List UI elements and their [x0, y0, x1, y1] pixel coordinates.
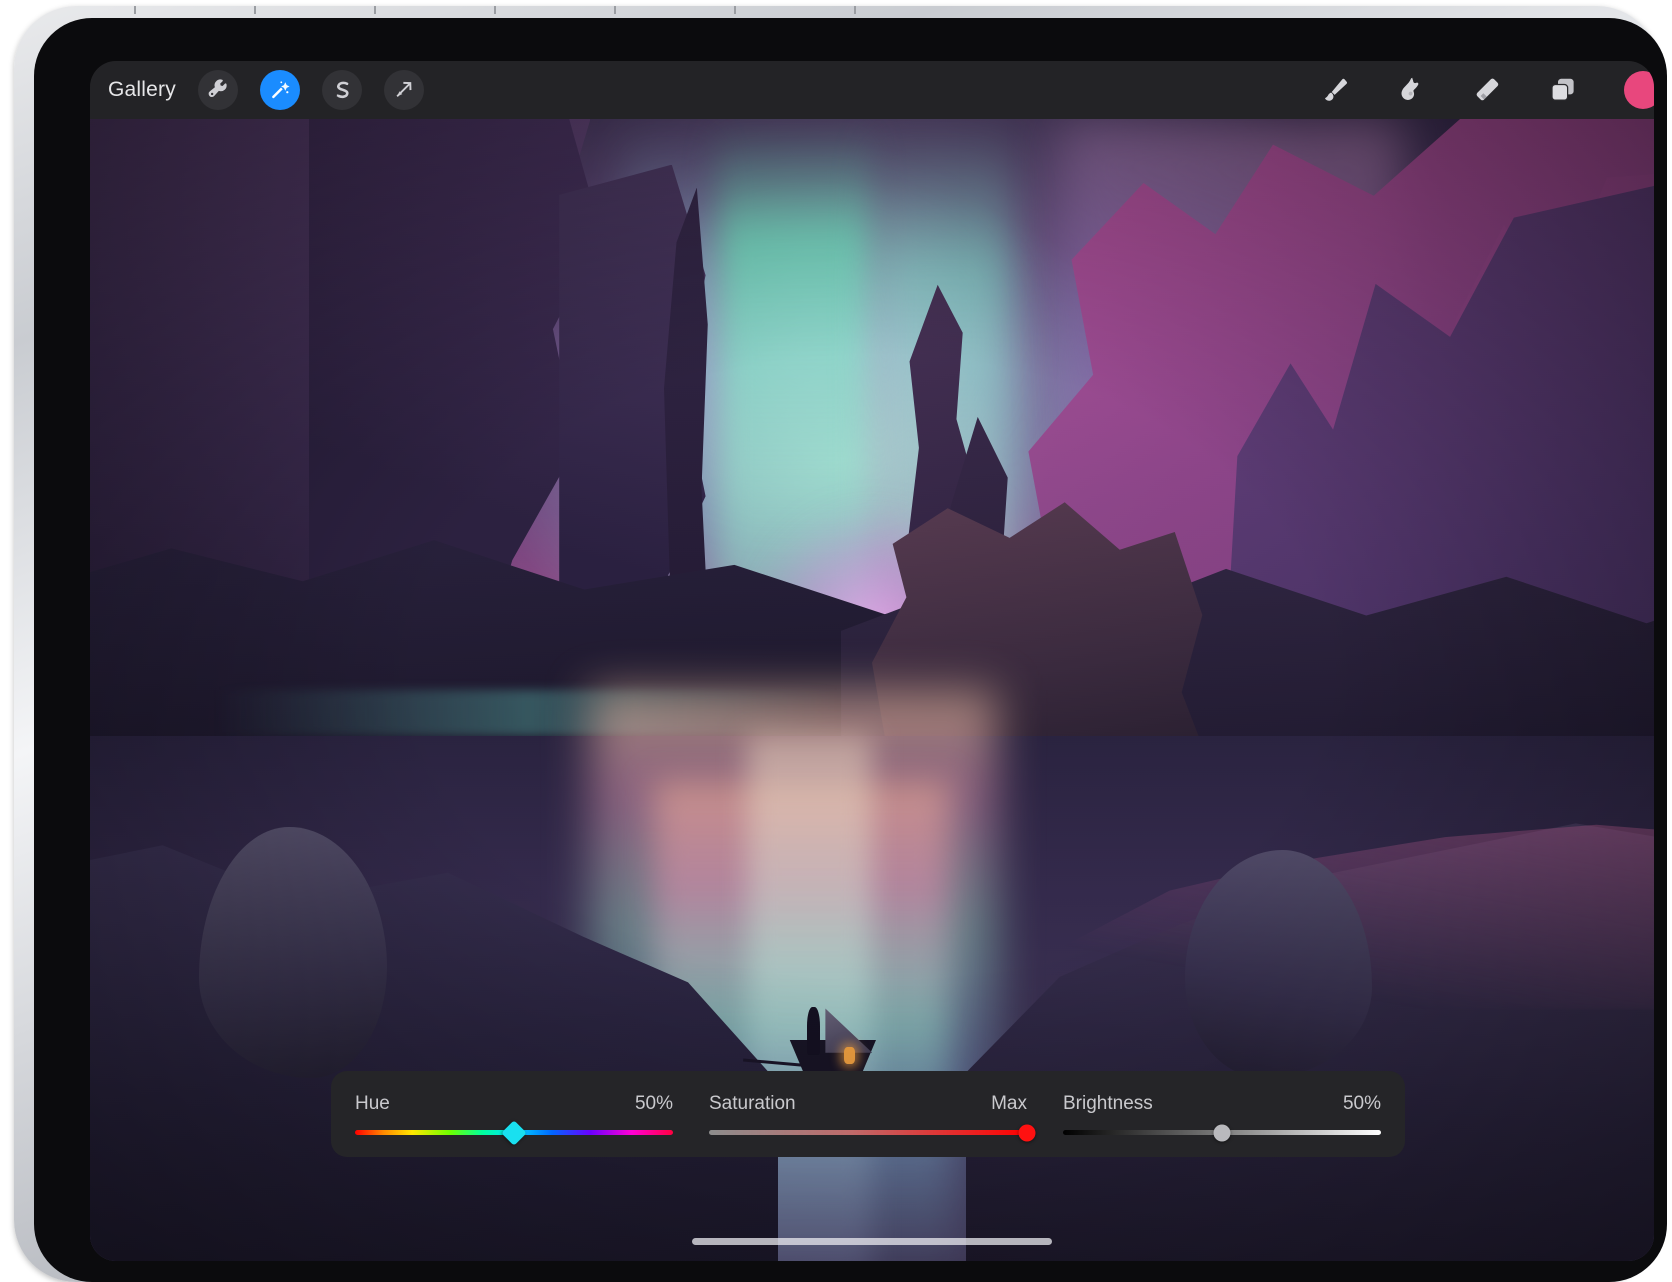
magic-wand-icon [269, 79, 291, 101]
s-curve-icon [331, 79, 353, 101]
device-bezel: Gallery Hue 50% Saturation Max Brightnes… [34, 18, 1667, 1282]
smudge-icon [1396, 75, 1426, 105]
brightness-slider-knob[interactable] [1213, 1124, 1231, 1141]
brightness-slider-value: 50% [1342, 1093, 1381, 1114]
brightness-slider-group: Brightness 50% [1063, 1093, 1381, 1141]
adjustments-wrench-button[interactable] [197, 70, 238, 110]
toolbar-right-group [1320, 71, 1654, 109]
saturation-slider-header: Saturation Max [709, 1093, 1027, 1115]
screen: Gallery Hue 50% Saturation Max Brightnes… [90, 61, 1654, 1261]
color-swatch[interactable] [1624, 71, 1654, 109]
transform-button[interactable] [383, 70, 424, 110]
saturation-slider-group: Saturation Max [709, 1093, 1036, 1141]
magic-adjustments-button[interactable] [259, 70, 300, 110]
layers-button[interactable] [1548, 75, 1578, 105]
paint-brush-button[interactable] [1320, 75, 1350, 105]
saturation-slider-label: Saturation [709, 1093, 796, 1114]
hue-slider-value: 50% [634, 1093, 673, 1114]
hue-slider-label: Hue [355, 1093, 390, 1114]
color-slider-panel: Hue 50% Saturation Max Brightness 50% [331, 1071, 1405, 1157]
selection-button[interactable] [321, 70, 362, 110]
saturation-slider-value: Max [991, 1093, 1027, 1114]
home-indicator[interactable] [692, 1238, 1052, 1245]
hue-slider-group: Hue 50% [355, 1093, 673, 1146]
hue-slider-knob[interactable] [501, 1119, 527, 1146]
hue-slider-track[interactable] [355, 1119, 673, 1146]
brightness-slider-header: Brightness 50% [1063, 1093, 1381, 1115]
eraser-icon [1472, 75, 1502, 105]
brightness-slider-label: Brightness [1063, 1093, 1153, 1114]
device-frame: Gallery Hue 50% Saturation Max Brightnes… [14, 6, 1667, 1282]
device-antenna-lines [134, 6, 856, 14]
smudge-button[interactable] [1396, 75, 1426, 105]
wrench-icon [207, 79, 229, 101]
saturation-slider-track[interactable] [709, 1124, 1036, 1141]
gallery-button[interactable]: Gallery [108, 78, 176, 102]
toolbar-left-group: Gallery [90, 70, 424, 110]
saturation-slider-knob[interactable] [1018, 1124, 1036, 1141]
eraser-button[interactable] [1472, 75, 1502, 105]
brightness-slider-track[interactable] [1063, 1124, 1381, 1141]
layers-icon [1548, 75, 1578, 105]
top-toolbar: Gallery [90, 61, 1654, 119]
arrow-transform-icon [393, 79, 415, 101]
brush-icon [1320, 75, 1350, 105]
hue-slider-header: Hue 50% [355, 1093, 673, 1115]
